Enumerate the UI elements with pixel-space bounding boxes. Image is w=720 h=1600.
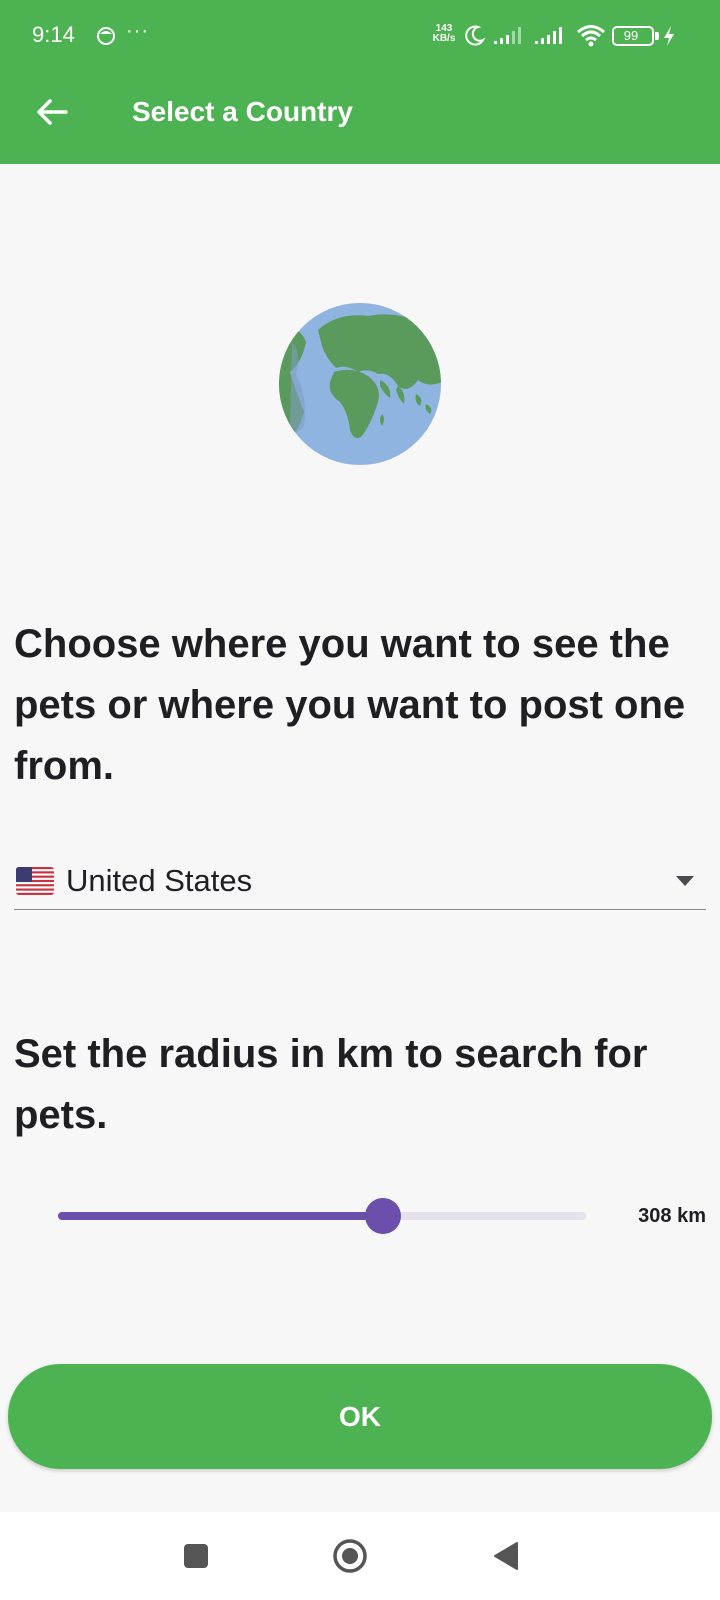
globe-icon [279,303,441,465]
back-triangle-icon [494,1542,518,1570]
network-speed: 143 KB/s [432,23,456,44]
page-title: Select a Country [132,96,353,127]
wifi-icon [577,25,605,47]
notification-face-icon [97,27,115,45]
us-flag-icon [16,867,54,895]
country-prompt: Choose where you want to see the pets or… [14,622,686,788]
app-header: 9:14 ··· 143 KB/s 99 Select a Country [0,0,720,164]
status-bar: 9:14 ··· 143 KB/s 99 [0,0,720,72]
back-button[interactable] [28,88,76,136]
slider-active-track [58,1212,383,1220]
home-circle-icon [333,1539,367,1573]
battery-icon: 99 [612,26,654,46]
system-nav-bar [0,1512,720,1600]
radius-prompt: Set the radius in km to search for pets. [14,1032,648,1137]
battery-level: 99 [623,28,639,43]
dropdown-arrow-icon [676,876,694,886]
more-notifications-icon: ··· [126,20,149,42]
ok-button[interactable]: OK [8,1364,712,1469]
country-dropdown[interactable]: United States [14,856,706,910]
recents-button[interactable] [172,1532,220,1580]
system-back-button[interactable] [482,1532,530,1580]
radius-value-label: 308 km [638,1205,706,1227]
do-not-disturb-moon-icon [465,25,486,46]
recents-square-icon [184,1544,208,1568]
arrow-left-icon [37,99,68,125]
signal-sim1-icon [494,27,521,44]
signal-sim2-icon [535,27,562,44]
selected-country: United States [66,863,253,898]
home-button[interactable] [326,1532,374,1580]
radius-slider[interactable] [58,1196,586,1236]
status-time: 9:14 [32,22,75,47]
charging-bolt-icon [664,26,674,46]
slider-thumb[interactable] [364,1198,401,1234]
